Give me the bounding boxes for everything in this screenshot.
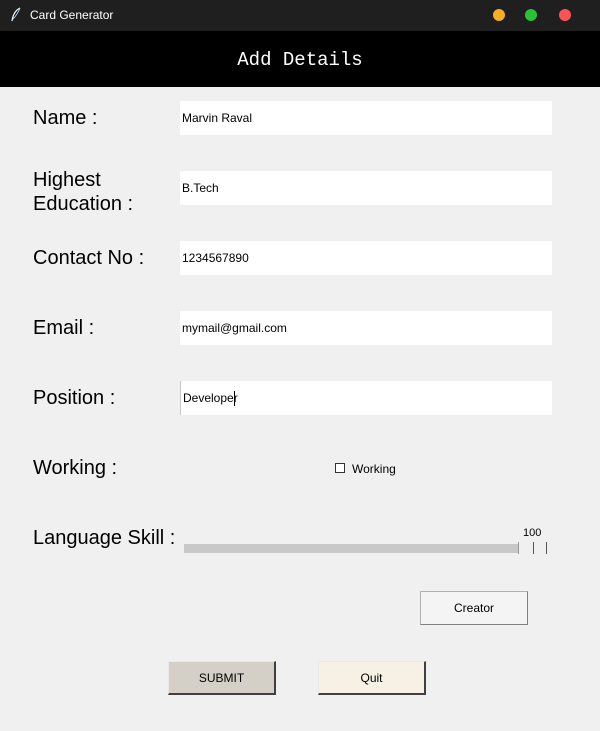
name-label: Name : [33,107,98,129]
slider-value: 100 [523,527,542,539]
submit-button[interactable]: SUBMIT [168,661,276,695]
creator-button[interactable]: Creator [420,591,528,625]
quit-button[interactable]: Quit [318,661,426,695]
minimize-button[interactable] [493,9,505,21]
working-checkbox[interactable] [335,463,345,473]
working-label: Working : [33,457,118,479]
title-bar: Card Generator [0,0,600,31]
contact-input[interactable] [180,241,552,275]
maximize-button[interactable] [525,9,537,21]
feather-icon [11,7,21,22]
slider-handle[interactable] [518,542,546,554]
education-input[interactable] [180,171,552,205]
text-cursor [234,391,235,406]
page-title: Add Details [237,49,363,71]
position-label: Position : [33,387,116,409]
window-title: Card Generator [30,8,114,22]
slider-grip [533,542,534,554]
language-skill-slider[interactable] [184,544,547,553]
slider-end-cap [546,542,547,554]
name-input[interactable] [180,101,552,135]
header-banner: Add Details [0,31,600,87]
position-input[interactable] [180,381,552,415]
email-input[interactable] [180,311,552,345]
education-label: Highest Education : [33,169,134,215]
close-button[interactable] [559,9,571,21]
working-checkbox-label[interactable]: Working [352,462,396,476]
contact-label: Contact No : [33,247,145,269]
language-skill-label: Language Skill : [33,527,176,549]
email-label: Email : [33,317,95,339]
